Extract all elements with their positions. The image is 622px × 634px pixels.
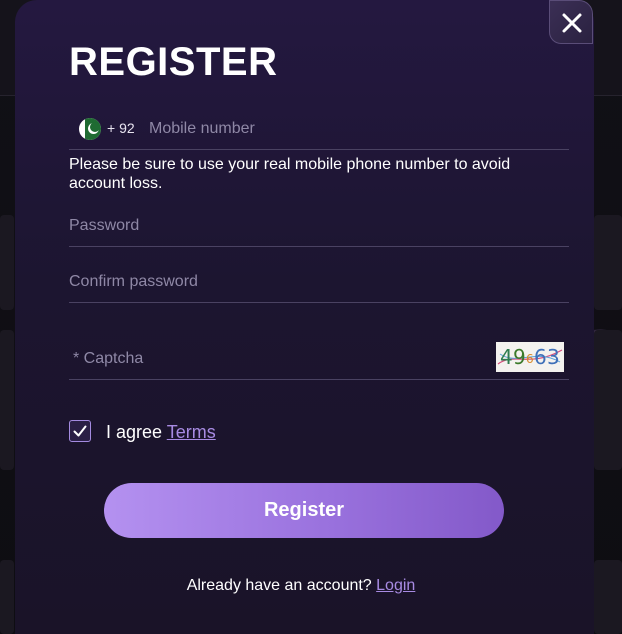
agree-checkbox[interactable] [69, 420, 91, 442]
country-code[interactable]: + 92 [107, 120, 135, 136]
login-prompt: Already have an account? [186, 577, 372, 594]
agree-label: I agree [106, 422, 163, 442]
confirm-password-input[interactable] [69, 267, 489, 297]
phone-hint-text: Please be sure to use your real mobile p… [69, 156, 511, 192]
background-card [594, 560, 622, 634]
confirm-password-field [69, 263, 569, 303]
terms-link[interactable]: Terms [167, 422, 216, 442]
phone-field: + 92 [69, 110, 577, 150]
pakistan-flag-icon[interactable] [79, 118, 101, 140]
password-input[interactable] [69, 211, 489, 241]
close-button[interactable] [549, 0, 593, 44]
agree-text: I agree Terms [106, 422, 216, 443]
captcha-image[interactable]: 4 9 6 6 3 [496, 342, 564, 372]
background-card [0, 560, 14, 634]
password-field [69, 207, 569, 247]
modal-title: REGISTER [69, 40, 278, 84]
register-modal: REGISTER + 92 Please be sure to use your… [15, 0, 594, 634]
background-card [0, 330, 14, 470]
background-card [594, 330, 622, 470]
background-card [0, 215, 14, 310]
close-icon [562, 13, 582, 33]
background-card [594, 215, 622, 310]
check-icon [73, 425, 87, 437]
login-link[interactable]: Login [376, 577, 415, 594]
mobile-number-input[interactable] [141, 116, 577, 142]
login-prompt-row: Already have an account? Login [0, 577, 622, 595]
captcha-field: 4 9 6 6 3 [69, 340, 569, 380]
register-button[interactable]: Register [104, 483, 504, 538]
captcha-input[interactable] [73, 344, 493, 374]
